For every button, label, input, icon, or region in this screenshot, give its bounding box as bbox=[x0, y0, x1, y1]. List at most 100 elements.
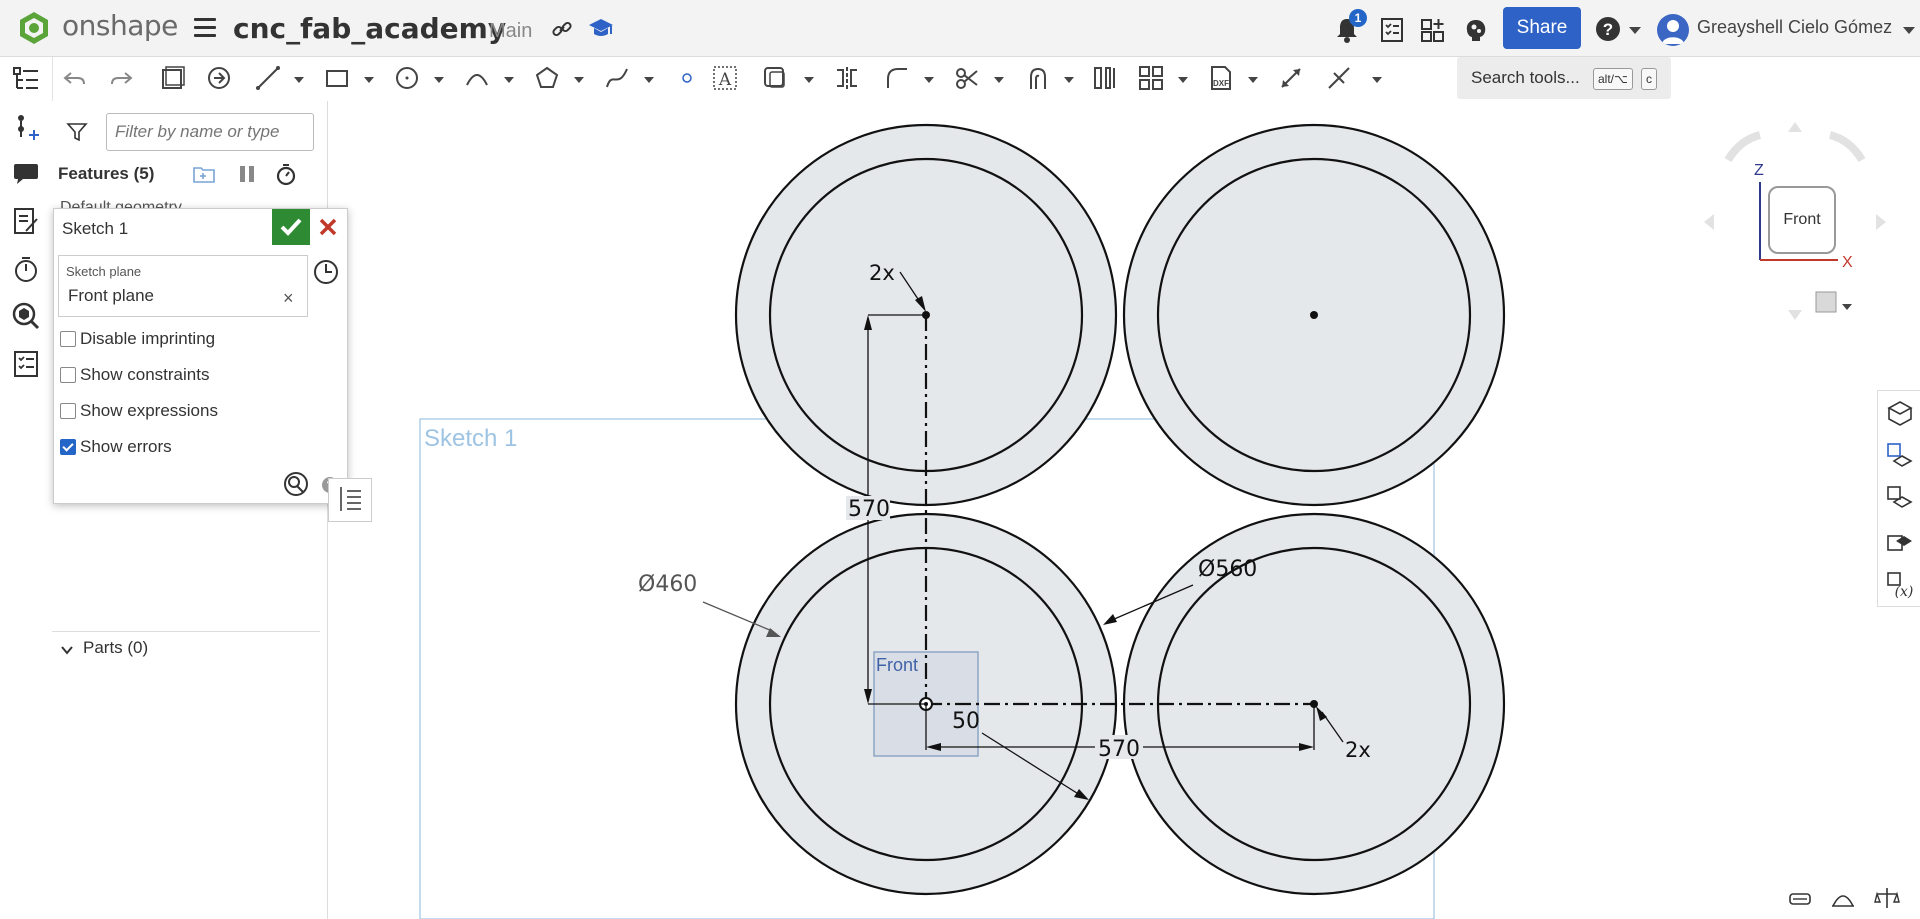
tasks-checklist-icon[interactable] bbox=[1379, 17, 1405, 43]
help-icon[interactable]: ? bbox=[1595, 16, 1621, 42]
search-insights-icon[interactable] bbox=[12, 302, 40, 330]
brand-name[interactable]: onshape bbox=[62, 9, 178, 42]
filter-icon[interactable] bbox=[66, 121, 88, 143]
pattern-tool-icon[interactable] bbox=[1138, 65, 1164, 91]
rectangle-tool-icon[interactable] bbox=[324, 65, 350, 91]
pause-rollback-icon[interactable] bbox=[235, 162, 259, 186]
shortcut-alt-key: alt/⌥ bbox=[1593, 68, 1633, 90]
show-constraints-checkbox[interactable] bbox=[60, 367, 76, 383]
feature-timer-icon[interactable] bbox=[12, 255, 40, 283]
sketch-inspect-icon[interactable] bbox=[283, 471, 309, 497]
pattern-tool-chevron-down-icon[interactable] bbox=[1178, 77, 1188, 83]
feature-filter-input[interactable] bbox=[106, 113, 314, 151]
fillet-tool-icon[interactable] bbox=[884, 65, 910, 91]
circle-top-right bbox=[1122, 123, 1506, 507]
dxf-import-icon[interactable]: DXF bbox=[1208, 65, 1234, 91]
checklist-icon[interactable] bbox=[12, 350, 40, 378]
add-folder-icon[interactable] bbox=[192, 162, 216, 186]
circle-top-left bbox=[734, 123, 1118, 507]
onshape-logo-icon[interactable] bbox=[16, 10, 52, 46]
help-chevron-down-icon[interactable] bbox=[1629, 27, 1641, 34]
line-tool-icon[interactable] bbox=[255, 65, 281, 91]
configuration-panel-icon[interactable] bbox=[1886, 485, 1914, 513]
redo-icon[interactable] bbox=[108, 65, 134, 91]
svg-text:Ø560: Ø560 bbox=[1198, 557, 1257, 582]
constraint-tool-chevron-down-icon[interactable] bbox=[1372, 77, 1382, 83]
variables-icon[interactable] bbox=[12, 113, 40, 141]
measure-tool-icon[interactable] bbox=[1874, 886, 1900, 910]
text-tool-icon[interactable]: A bbox=[712, 65, 738, 91]
accept-button[interactable] bbox=[272, 209, 310, 245]
search-tools-button[interactable]: Search tools... alt/⌥ c bbox=[1457, 57, 1671, 99]
history-clock-icon[interactable] bbox=[313, 259, 339, 285]
section-view-icon[interactable] bbox=[1830, 886, 1856, 910]
show-expressions-checkbox[interactable] bbox=[60, 403, 76, 419]
show-errors-checkbox[interactable] bbox=[60, 439, 76, 455]
link-icon[interactable] bbox=[551, 18, 573, 40]
bom-table-icon[interactable] bbox=[1886, 442, 1914, 470]
trim-tool-icon[interactable] bbox=[954, 65, 980, 91]
parts-list-header[interactable]: Parts (0) bbox=[83, 638, 148, 658]
circle-tool-chevron-down-icon[interactable] bbox=[434, 77, 444, 83]
user-name[interactable]: Greayshell Cielo Gómez bbox=[1697, 17, 1892, 38]
view-cube-front-face[interactable]: Front bbox=[1768, 186, 1836, 254]
sketch-list-toggle-button[interactable] bbox=[328, 478, 372, 522]
clear-plane-icon[interactable]: × bbox=[283, 288, 294, 309]
user-menu-chevron-down-icon[interactable] bbox=[1903, 27, 1915, 34]
display-mode-icon[interactable] bbox=[1787, 886, 1813, 910]
enterprise-brain-icon[interactable] bbox=[1463, 17, 1489, 43]
sketch-plane-view-icon[interactable] bbox=[160, 65, 186, 91]
branch-name[interactable]: Main bbox=[489, 20, 532, 43]
svg-text:Ø460: Ø460 bbox=[638, 572, 697, 597]
chevron-down-icon[interactable] bbox=[60, 643, 74, 657]
trim-tool-chevron-down-icon[interactable] bbox=[994, 77, 1004, 83]
dimension-count-right: 2x bbox=[1316, 706, 1371, 762]
disable-imprinting-checkbox[interactable] bbox=[60, 331, 76, 347]
svg-text:2x: 2x bbox=[1345, 738, 1371, 762]
circle-tool-icon[interactable] bbox=[394, 65, 420, 91]
notes-icon[interactable] bbox=[12, 207, 40, 235]
undo-icon[interactable] bbox=[62, 65, 88, 91]
view-options-chevron-down-icon[interactable] bbox=[1842, 304, 1852, 310]
app-store-icon[interactable] bbox=[1420, 17, 1446, 43]
spline-tool-icon[interactable] bbox=[604, 65, 630, 91]
share-button[interactable]: Share bbox=[1503, 7, 1581, 49]
dimension-tool-icon[interactable] bbox=[1278, 65, 1304, 91]
feature-list-icon[interactable] bbox=[12, 65, 40, 93]
point-tool-icon[interactable] bbox=[674, 65, 700, 91]
appearance-panel-icon[interactable] bbox=[1886, 399, 1914, 427]
mass-properties-icon[interactable] bbox=[1886, 528, 1914, 556]
use-tool-icon[interactable] bbox=[1024, 65, 1050, 91]
offset-tool-icon[interactable] bbox=[762, 65, 788, 91]
disable-imprinting-label: Disable imprinting bbox=[80, 329, 216, 348]
dxf-import-chevron-down-icon[interactable] bbox=[1248, 77, 1258, 83]
comments-icon[interactable] bbox=[12, 160, 40, 188]
slot-tool-icon[interactable] bbox=[1092, 65, 1118, 91]
cancel-close-icon[interactable] bbox=[316, 215, 340, 239]
arc-tool-icon[interactable] bbox=[464, 65, 490, 91]
svg-text:2x: 2x bbox=[869, 261, 895, 285]
fillet-tool-chevron-down-icon[interactable] bbox=[924, 77, 934, 83]
constraint-tool-icon[interactable] bbox=[1326, 65, 1352, 91]
document-menu-button[interactable] bbox=[194, 18, 216, 38]
offset-tool-chevron-down-icon[interactable] bbox=[804, 77, 814, 83]
view-cube[interactable]: Front Z X bbox=[1700, 110, 1890, 330]
document-title[interactable]: cnc_fab_academy bbox=[233, 12, 506, 45]
search-tools-label: Search tools... bbox=[1471, 68, 1580, 87]
mirror-tool-icon[interactable] bbox=[834, 65, 860, 91]
arc-tool-chevron-down-icon[interactable] bbox=[504, 77, 514, 83]
variable-table-icon[interactable]: (x) bbox=[1886, 571, 1914, 599]
svg-text:A: A bbox=[718, 70, 732, 90]
sketch-plane-selector[interactable]: Sketch plane Front plane × bbox=[58, 255, 308, 317]
use-tool-chevron-down-icon[interactable] bbox=[1064, 77, 1074, 83]
rebuild-timer-icon[interactable] bbox=[274, 162, 298, 186]
user-avatar[interactable] bbox=[1657, 14, 1689, 46]
rectangle-tool-chevron-down-icon[interactable] bbox=[364, 77, 374, 83]
polygon-tool-icon[interactable] bbox=[534, 65, 560, 91]
learning-center-icon[interactable] bbox=[588, 16, 614, 40]
use-project-icon[interactable] bbox=[206, 65, 232, 91]
polygon-tool-chevron-down-icon[interactable] bbox=[574, 77, 584, 83]
line-tool-chevron-down-icon[interactable] bbox=[294, 77, 304, 83]
spline-tool-chevron-down-icon[interactable] bbox=[644, 77, 654, 83]
origin-point bbox=[919, 697, 933, 711]
